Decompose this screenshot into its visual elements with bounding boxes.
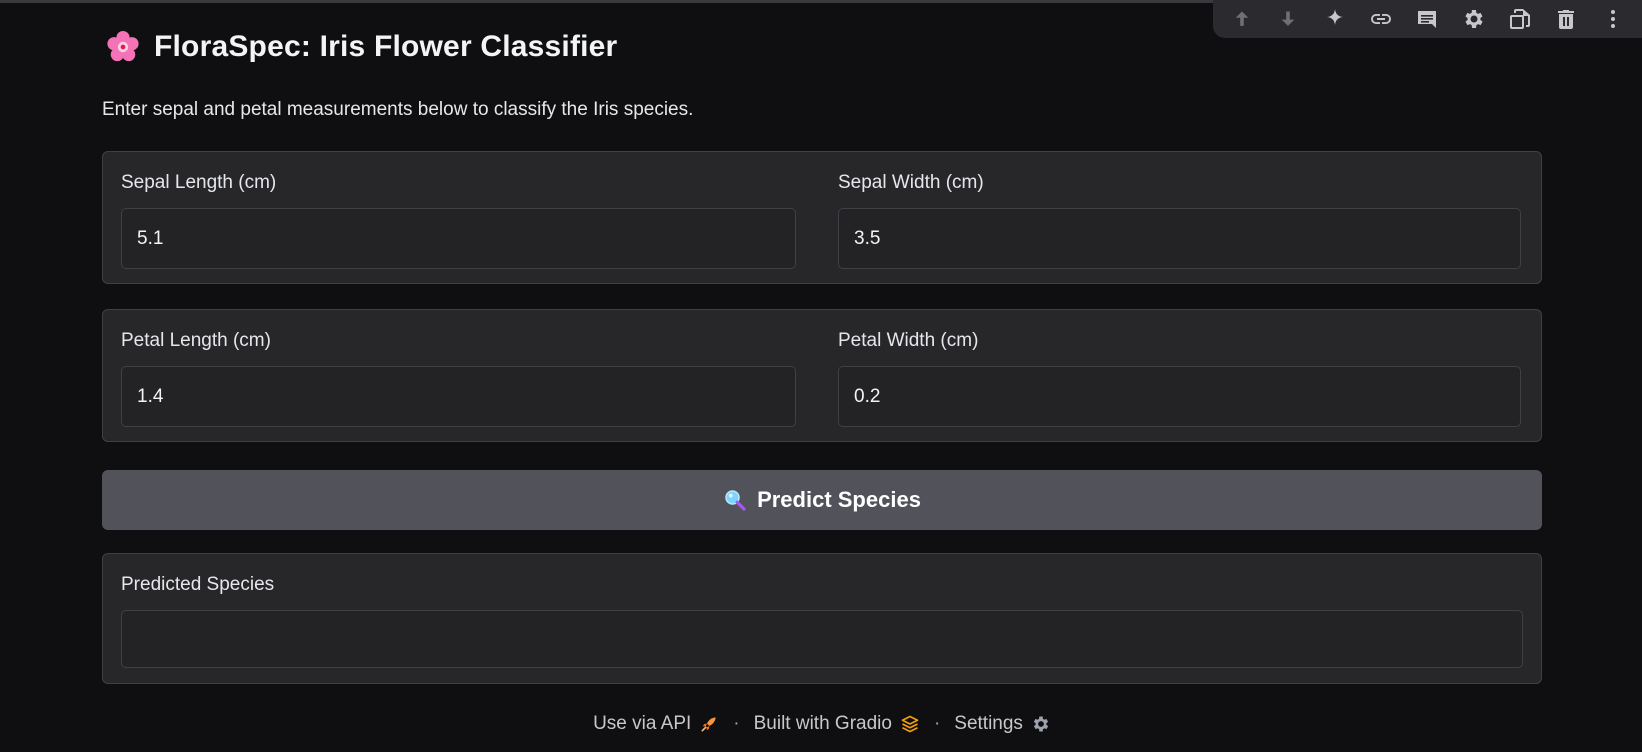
page-description: Enter sepal and petal measurements below… [102, 99, 694, 120]
duplicate-icon[interactable] [1503, 4, 1537, 34]
built-with-gradio-link[interactable]: Built with Gradio [754, 713, 920, 735]
cell-toolbar [1213, 0, 1642, 38]
sepal-row: Sepal Length (cm) Sepal Width (cm) [102, 151, 1542, 284]
more-vert-icon[interactable] [1596, 4, 1630, 34]
sepal-length-label: Sepal Length (cm) [121, 172, 277, 193]
settings-link[interactable]: Settings [954, 713, 1051, 735]
gear-icon[interactable] [1457, 4, 1491, 34]
footer: Use via API · Built with Gradio · Settin… [102, 713, 1542, 735]
sepal-length-input[interactable] [121, 208, 796, 269]
arrow-down-icon[interactable] [1271, 4, 1305, 34]
petal-row: Petal Length (cm) Petal Width (cm) [102, 309, 1542, 442]
petal-length-input[interactable] [121, 366, 796, 427]
predicted-species-output[interactable] [121, 610, 1523, 668]
gradio-logo-icon [901, 715, 919, 733]
predicted-species-label: Predicted Species [121, 574, 275, 595]
settings-gear-icon [1033, 716, 1049, 732]
page-title: FloraSpec: Iris Flower Classifier [154, 30, 618, 63]
footer-separator: · [933, 713, 941, 734]
predict-button[interactable]: Predict Species [102, 470, 1542, 530]
use-via-api-link[interactable]: Use via API [593, 713, 719, 735]
cherry-blossom-icon [107, 30, 139, 62]
trash-icon[interactable] [1549, 4, 1583, 34]
output-panel: Predicted Species [102, 553, 1542, 684]
predict-button-label: Predict Species [757, 487, 921, 512]
sepal-width-label: Sepal Width (cm) [838, 172, 984, 193]
footer-separator: · [733, 713, 740, 734]
petal-width-input[interactable] [838, 366, 1521, 427]
comment-icon[interactable] [1410, 4, 1444, 34]
header: FloraSpec: Iris Flower Classifier [106, 30, 617, 64]
rocket-icon [701, 717, 716, 732]
petal-length-label: Petal Length (cm) [121, 330, 271, 351]
magnifier-icon [725, 490, 746, 511]
link-icon[interactable] [1364, 4, 1398, 34]
petal-width-label: Petal Width (cm) [838, 330, 979, 351]
sepal-width-input[interactable] [838, 208, 1521, 269]
arrow-up-icon[interactable] [1225, 4, 1259, 34]
sparkle-icon[interactable] [1318, 4, 1352, 34]
